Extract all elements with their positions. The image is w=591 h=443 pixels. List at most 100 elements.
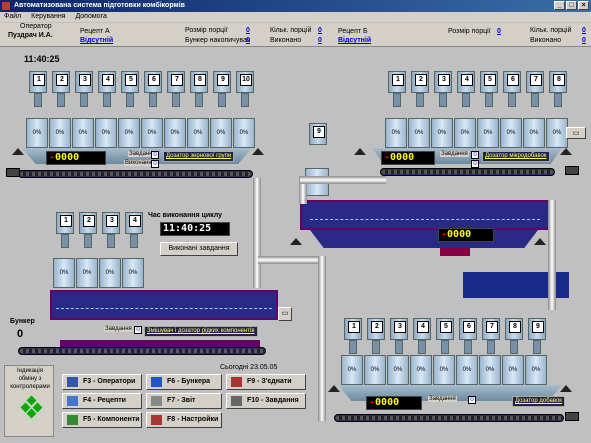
exchange-indicator-label: Індикація обміну з контролерами [10, 368, 50, 390]
led-digits: 0000 [375, 397, 400, 408]
bin-2: 2 [411, 71, 429, 93]
system-clock: 11:40:25 [24, 54, 60, 64]
bin-neck [195, 93, 203, 107]
bin-number: 10 [240, 74, 252, 86]
bin-4: 4 [457, 71, 475, 93]
recipe-b-done[interactable]: 0 [582, 37, 586, 44]
bin-fill: 0% [525, 355, 547, 385]
grain-task-box[interactable]: 0 [151, 151, 159, 159]
close-button[interactable]: × [578, 1, 589, 10]
recipe-a-value[interactable]: Відсутній [80, 37, 113, 44]
bin-3: 3 [102, 212, 120, 234]
recipe-b-portion-size-label: Розмір порції [448, 28, 491, 35]
operators-icon [67, 377, 78, 387]
fkey-button-2[interactable]: F6 - Бункера [146, 374, 222, 390]
fkey-button-4[interactable]: F4 - Рецепти [62, 393, 142, 409]
bin-neck [439, 93, 447, 107]
bin-4: 4 [125, 212, 143, 234]
micro-dozer-link[interactable]: Дозатор мікродобавок [482, 151, 550, 162]
bin-fill: 0% [233, 118, 255, 148]
bin-fill: 0% [502, 355, 524, 385]
bin-neck [107, 234, 115, 248]
fkey-label: F5 - Компоненти [83, 416, 140, 423]
bin-neck [149, 93, 157, 107]
menu-control[interactable]: Керування [31, 13, 65, 20]
bin-neck [130, 234, 138, 248]
bin-fill: 0% [341, 355, 363, 385]
bin-fill: 0% [122, 258, 144, 288]
recipe-a-done-label: Виконано [270, 37, 302, 44]
liquid-conveyor [18, 347, 266, 355]
status-leds-icon [20, 395, 43, 419]
micro-task-box[interactable]: 0 [471, 151, 479, 159]
central-hopper [310, 230, 538, 248]
bin-6: 6 [144, 71, 162, 93]
bin-fill: 0% [141, 118, 163, 148]
bin-number: 8 [509, 321, 521, 333]
recipe-a-label: Рецепт А [80, 28, 110, 35]
bin-fill: 0% [26, 118, 48, 148]
bin-5: 5 [121, 71, 139, 93]
micro-exec-box[interactable]: 0 [471, 160, 479, 168]
bin-neck [84, 234, 92, 248]
pipe-horizontal-1 [258, 256, 318, 264]
fkey-button-8[interactable]: F8 - Настройки [146, 412, 222, 428]
bin-5: 5 [480, 71, 498, 93]
micro-conveyor [380, 168, 555, 176]
recipe-a-done[interactable]: 0 [318, 37, 322, 44]
minimize-button[interactable]: _ [554, 1, 565, 10]
bin-fill: 0% [433, 355, 455, 385]
recipe-b-portion-size[interactable]: 0 [497, 28, 501, 35]
liquid-dozer-link[interactable]: Змішувач і дозатор рідких компонентів [144, 326, 258, 337]
maximize-button[interactable]: □ [566, 1, 577, 10]
grain-motor-icon [6, 168, 20, 177]
bin-number: 1 [60, 215, 72, 227]
additive-led-display: -0000 [366, 396, 422, 410]
bin-3: 3 [390, 318, 408, 340]
additive-task-box[interactable]: 0 [468, 396, 476, 404]
bin-9: 9 [213, 71, 231, 93]
recipe-a-count[interactable]: 0 [318, 27, 322, 34]
bin-neck [510, 340, 518, 354]
bunker-label: Бункер [10, 318, 35, 325]
bin-fill: 0% [523, 118, 545, 148]
recipe-a-portion-size-label: Розмір порції [185, 27, 228, 34]
recipe-b-count[interactable]: 0 [582, 27, 586, 34]
recipe-b-value[interactable]: Відсутній [338, 37, 371, 44]
bin-fill: 0% [118, 118, 140, 148]
grain-dozer-link[interactable]: Дозатор зернової групи [163, 151, 235, 162]
fkey-button-5[interactable]: F7 - Звіт [146, 393, 222, 409]
bin-number: 5 [440, 321, 452, 333]
additive-dozer-link[interactable]: Дозатор добавок [512, 396, 565, 407]
liquid-task-box[interactable]: 0 [134, 326, 142, 334]
additive-conveyor [334, 414, 564, 422]
grain-exec-box[interactable]: 0 [151, 160, 159, 168]
fkey-button-3[interactable]: F9 - З'єднати [226, 374, 306, 390]
fkey-label: F8 - Настройки [167, 416, 219, 423]
bin-number: 6 [148, 74, 160, 86]
bin-number: 7 [171, 74, 183, 86]
bin-neck [395, 340, 403, 354]
bin-number: 2 [415, 74, 427, 86]
menu-help[interactable]: Допомога [75, 13, 106, 20]
bin-3: 3 [434, 71, 452, 93]
menu-file[interactable]: Файл [4, 13, 21, 20]
fkey-button-1[interactable]: F3 - Оператори [62, 374, 142, 390]
micro-task-label: Завдання [440, 151, 469, 157]
fkey-label: F9 - З'єднати [247, 378, 292, 385]
bin-number: 1 [33, 74, 45, 86]
recipe-b-done-label: Виконано [530, 37, 562, 44]
bin-6: 6 [459, 318, 477, 340]
fkey-button-6[interactable]: F10 - Завдання [226, 393, 306, 409]
completed-tasks-button[interactable]: Виконані завдання [160, 242, 238, 256]
bin-number: 4 [102, 74, 114, 86]
fkey-button-7[interactable]: F5 - Компоненти [62, 412, 142, 428]
bin-fill: 0% [408, 118, 430, 148]
recipe-a-bunker[interactable]: 0 [246, 37, 250, 44]
recipe-a-portion-size[interactable]: 0 [246, 27, 250, 34]
bin-4: 4 [413, 318, 431, 340]
scale-icon[interactable]: ▭ [566, 127, 586, 139]
liquid-valve-button[interactable]: ▭ [278, 307, 292, 321]
recipe-b-count-label: Кільк. порцій [530, 27, 572, 34]
bin-neck [508, 93, 516, 107]
